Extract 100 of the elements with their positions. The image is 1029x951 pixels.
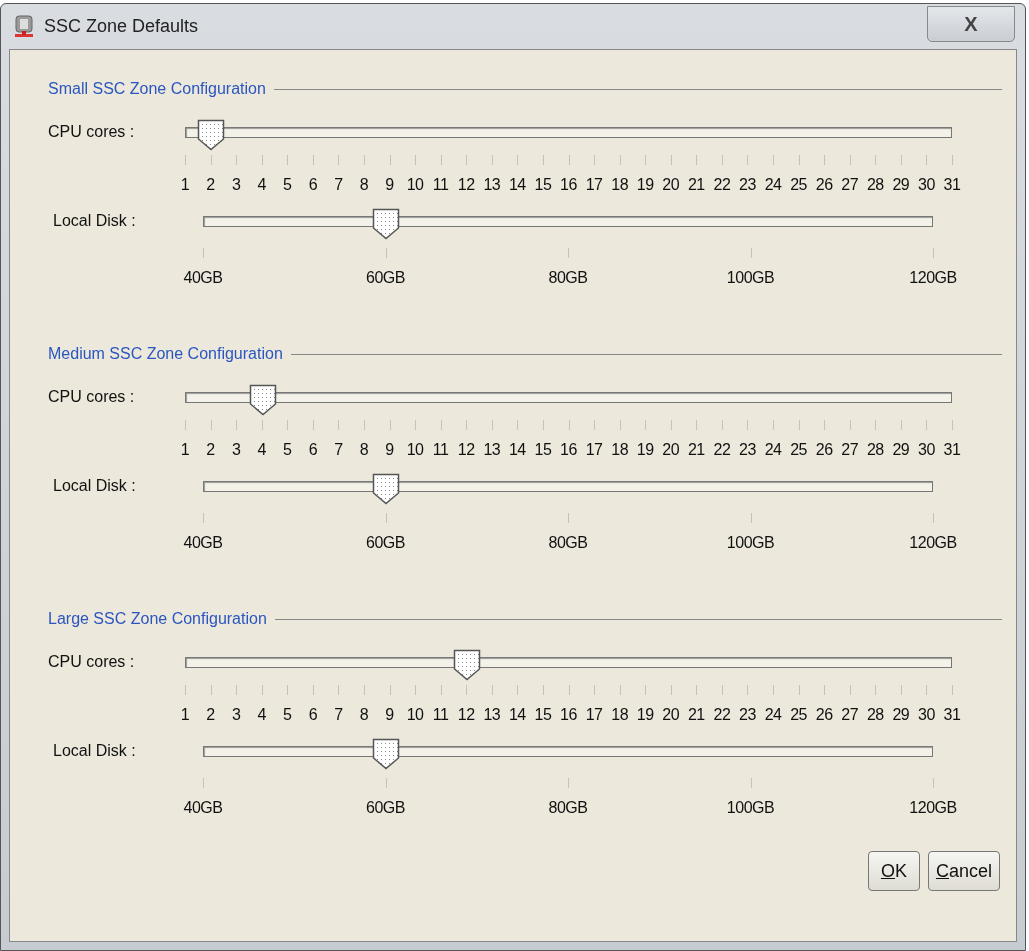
scale-label: 12 [457, 706, 475, 724]
scale-label: 12 [457, 176, 475, 194]
scale-label: 11 [432, 706, 449, 724]
scale-label: 18 [611, 441, 628, 459]
scale-label: 13 [483, 176, 501, 194]
scale-label: 26 [815, 441, 833, 459]
scale-label: 7 [334, 706, 343, 724]
scale-label: 40GB [183, 269, 223, 287]
scale-label: 80GB [548, 534, 588, 552]
scale-label: 29 [892, 706, 910, 724]
scale-label: 120GB [909, 269, 957, 287]
scale-label: 10 [406, 706, 424, 724]
scale-label: 5 [283, 176, 292, 194]
scale-label: 14 [508, 176, 526, 194]
scale-label: 4 [257, 706, 266, 724]
scale-label: 8 [359, 441, 369, 459]
scale-label: 31 [943, 176, 961, 194]
scale-label: 4 [257, 441, 266, 459]
scale-label: 14 [508, 706, 526, 724]
scale-label: 24 [764, 441, 782, 459]
scale-label: 21 [687, 441, 705, 459]
scale-label: 31 [943, 441, 961, 459]
slider-thumb[interactable] [372, 737, 400, 770]
scale-label: 40GB [183, 799, 223, 817]
scale-label: 20 [662, 176, 680, 194]
scale-label: 5 [283, 441, 292, 459]
slider-label: CPU cores : [48, 388, 135, 405]
scale-label: 7 [334, 176, 343, 194]
scale-label: 23 [739, 706, 756, 724]
scale-label: 9 [385, 706, 394, 724]
scale-label: 1 [180, 176, 190, 194]
scale-label: 10 [406, 176, 424, 194]
scale-label: 25 [790, 176, 807, 194]
scale-label: 9 [385, 176, 394, 194]
scale-label: 25 [790, 441, 807, 459]
scale-label: 28 [866, 706, 884, 724]
scale-label: 20 [662, 441, 680, 459]
slider-thumb[interactable] [372, 207, 400, 240]
scale-label: 25 [790, 706, 807, 724]
scale-label: 27 [841, 441, 859, 459]
app-icon [13, 13, 35, 40]
scale-label: 16 [560, 441, 577, 459]
slider-label: Local Disk : [53, 477, 136, 494]
close-button[interactable]: X [927, 5, 1015, 42]
scale-label: 23 [739, 176, 756, 194]
scale-label: 21 [687, 176, 705, 194]
scale-label: 17 [585, 706, 603, 724]
scale-label: 16 [560, 176, 577, 194]
scale-label: 31 [943, 706, 961, 724]
scale-label: 100GB [726, 269, 775, 287]
dialog-button[interactable]: OK [867, 851, 920, 891]
scale-label: 12 [457, 441, 475, 459]
scale-label: 22 [713, 441, 731, 459]
scale-label: 15 [534, 441, 552, 459]
scale-label: 30 [918, 706, 935, 724]
scale-label: 80GB [548, 799, 588, 817]
scale-label: 11 [432, 176, 449, 194]
window-title: SSC Zone Defaults [44, 15, 199, 38]
scale-label: 100GB [726, 799, 775, 817]
scale-label: 30 [918, 176, 935, 194]
scale-label: 13 [483, 706, 501, 724]
scale-label: 22 [713, 176, 731, 194]
section-title: Small SSC Zone Configuration [48, 79, 266, 99]
scale-label: 3 [231, 706, 241, 724]
scale-label: 19 [636, 441, 654, 459]
scale-label: 30 [918, 441, 935, 459]
scale-label: 28 [866, 176, 884, 194]
scale-label: 9 [385, 441, 394, 459]
scale-label: 19 [636, 176, 654, 194]
scale-label: 1 [180, 706, 190, 724]
slider-thumb[interactable] [197, 118, 226, 151]
scale-label: 6 [308, 441, 318, 459]
scale-label: 15 [534, 176, 552, 194]
scale-label: 5 [283, 706, 292, 724]
slider-label: Local Disk : [53, 212, 136, 229]
scale-label: 24 [764, 176, 782, 194]
scale-label: 60GB [366, 534, 405, 552]
slider-thumb[interactable] [452, 648, 481, 681]
scale-label: 19 [636, 706, 654, 724]
scale-label: 120GB [909, 534, 957, 552]
slider-thumb[interactable] [248, 383, 277, 416]
scale-label: 2 [206, 441, 215, 459]
scale-label: 6 [308, 176, 318, 194]
dialog-button[interactable]: Cancel [927, 851, 1000, 891]
scale-label: 26 [815, 176, 833, 194]
scale-label: 80GB [548, 269, 588, 287]
scale-label: 2 [206, 176, 215, 194]
scale-label: 26 [815, 706, 833, 724]
scale-label: 20 [662, 706, 680, 724]
scale-label: 17 [585, 176, 603, 194]
scale-label: 120GB [909, 799, 957, 817]
scale-label: 27 [841, 176, 859, 194]
scale-label: 23 [739, 441, 756, 459]
scale-label: 14 [508, 441, 526, 459]
slider-thumb[interactable] [372, 472, 400, 505]
scale-label: 3 [231, 176, 241, 194]
section-title: Medium SSC Zone Configuration [48, 344, 283, 364]
scale-label: 17 [585, 441, 603, 459]
scale-label: 18 [611, 176, 628, 194]
scale-label: 24 [764, 706, 782, 724]
